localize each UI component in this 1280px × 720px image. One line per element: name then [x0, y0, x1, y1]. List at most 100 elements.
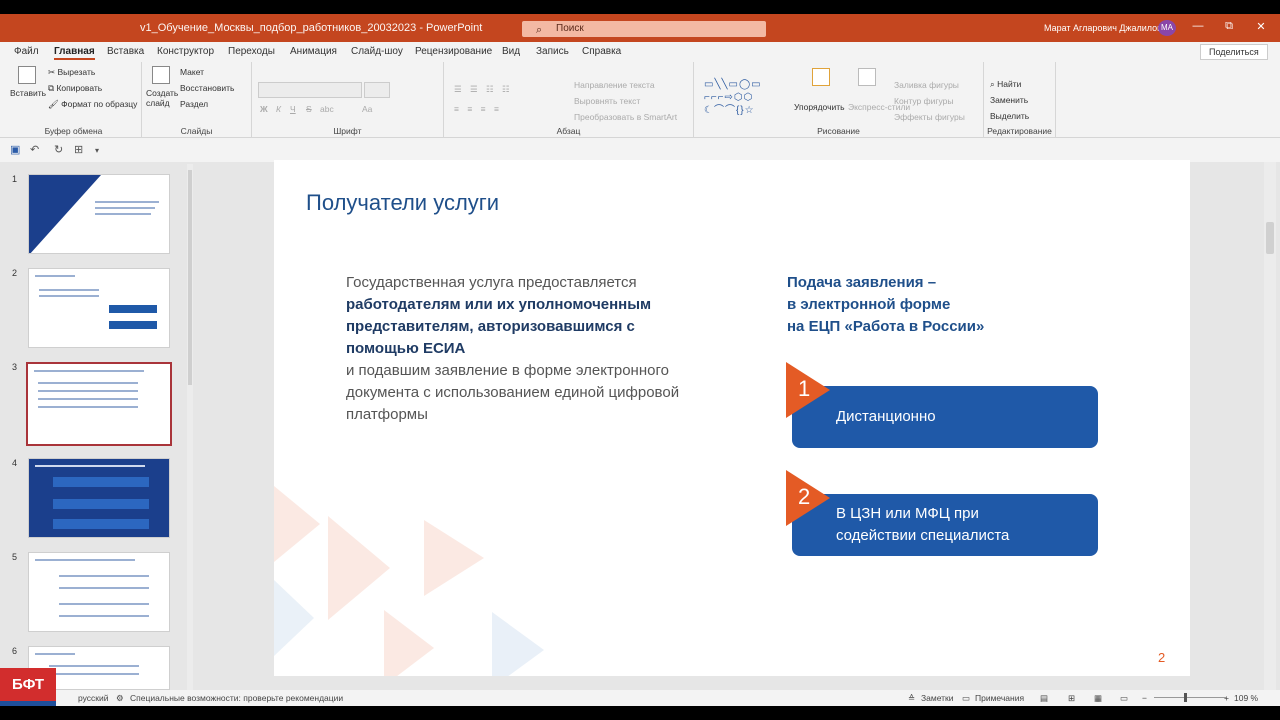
undo-icon[interactable]: ↶ [30, 143, 39, 156]
decor-triangle [274, 580, 314, 656]
smartart-button[interactable]: Преобразовать в SmartArt [574, 112, 677, 122]
slide-body-text[interactable]: Государственная услуга предоставляется р… [346, 272, 756, 426]
new-slide-button[interactable]: Создать слайд [146, 88, 178, 108]
tab-help[interactable]: Справка [582, 46, 621, 57]
minimize-button[interactable]: — [1188, 20, 1208, 32]
list-icons[interactable]: ☰ ☰ ☷ ☷ [454, 84, 513, 95]
align-icons[interactable]: ≡ ≡ ≡ ≡ [454, 104, 502, 114]
zoom-in-icon[interactable]: + [1224, 693, 1229, 703]
thumbnail-slide-4[interactable] [28, 458, 170, 538]
search-box[interactable]: ⌕ Поиск [522, 21, 766, 37]
tab-insert[interactable]: Вставка [107, 46, 144, 57]
ribbon-tabs: Файл Главная Вставка Конструктор Переход… [0, 42, 1280, 62]
scrollbar-thumb[interactable] [1266, 222, 1274, 254]
scrollbar-thumb[interactable] [188, 170, 192, 385]
thumbnail-slide-5[interactable] [28, 552, 170, 632]
underline-button[interactable]: Ч [290, 104, 296, 114]
thumbnail-slide-2[interactable] [28, 268, 170, 348]
thumb-box [53, 477, 149, 487]
comments-button[interactable]: Примечания [975, 693, 1024, 703]
shapes-gallery[interactable]: ▭╲╲▭◯▭ ⌐⌐⌐⇨⬡⬡ ☾⌒⌒{}☆ [704, 78, 784, 118]
accessibility-status[interactable]: Специальные возможности: проверьте реком… [130, 693, 343, 703]
slide-canvas[interactable]: Получатели услуги Государственная услуга… [274, 160, 1190, 676]
reading-view-icon[interactable]: ▦ [1094, 693, 1102, 704]
tab-animations[interactable]: Анимация [290, 46, 337, 57]
avatar[interactable]: МА [1158, 20, 1176, 36]
redo-icon[interactable]: ↻ [54, 143, 63, 156]
shape-outline-button[interactable]: Контур фигуры [894, 96, 953, 106]
thumb-number: 5 [12, 552, 18, 562]
font-name-box[interactable] [258, 82, 362, 98]
arrange-button[interactable]: Упорядочить [794, 102, 845, 112]
reset-button[interactable]: Восстановить [180, 83, 234, 93]
thumbnail-slide-3[interactable] [26, 362, 172, 446]
normal-view-icon[interactable]: ▤ [1040, 693, 1048, 704]
replace-button[interactable]: Заменить [990, 95, 1028, 105]
customize-qat-icon[interactable]: ▾ [95, 146, 99, 155]
title-bar: v1_Обучение_Москвы_подбор_работников_200… [0, 14, 1280, 42]
align-text-button[interactable]: Выровнять текст [574, 96, 640, 106]
thumb-blue-shape [29, 175, 101, 253]
sorter-view-icon[interactable]: ⊞ [1068, 693, 1075, 704]
slide-scrollbar[interactable] [1264, 162, 1276, 690]
thumb-box [109, 305, 157, 313]
thumb-line [38, 382, 138, 384]
number-badge-text: 2 [798, 484, 811, 509]
comments-icon[interactable]: ▭ [962, 693, 970, 704]
user-name[interactable]: Марат Агларович Джалилов [1044, 23, 1162, 33]
thumbnails-scrollbar[interactable] [187, 164, 193, 690]
powerpoint-window: v1_Обучение_Москвы_подбор_работников_200… [0, 14, 1280, 706]
notes-button[interactable]: Заметки [921, 693, 954, 703]
present-icon[interactable]: ⊞ [74, 143, 83, 156]
notes-icon[interactable]: ≙ [908, 693, 915, 704]
tab-review[interactable]: Рецензирование [415, 46, 492, 57]
tab-record[interactable]: Запись [536, 46, 569, 57]
format-painter-button[interactable]: 🖌 Формат по образцу [48, 99, 137, 110]
section-button[interactable]: Раздел [180, 99, 208, 109]
thumb-line [59, 603, 149, 605]
option-card-in-person[interactable]: В ЦЗН или МФЦ при содействии специалиста [792, 494, 1098, 556]
font-group: Ж К Ч S abc Aa Шрифт [252, 62, 444, 138]
option-card-remote[interactable]: Дистанционно [792, 386, 1098, 448]
text-direction-button[interactable]: Направление текста [574, 80, 655, 90]
language-indicator[interactable]: русский [78, 693, 109, 703]
share-button[interactable]: Поделиться [1200, 44, 1268, 60]
paste-icon [18, 66, 36, 84]
zoom-slider[interactable] [1154, 697, 1226, 698]
shape-effects-button[interactable]: Эффекты фигуры [894, 112, 965, 122]
select-button[interactable]: Выделить [990, 111, 1029, 121]
slide-title[interactable]: Получатели услуги [306, 190, 499, 216]
italic-button[interactable]: К [276, 104, 281, 114]
tab-slideshow[interactable]: Слайд-шоу [351, 46, 403, 57]
copy-button[interactable]: ⧉ Копировать [48, 83, 102, 94]
body-bold: работодателям или их уполномоченным пред… [346, 296, 652, 357]
shape-fill-button[interactable]: Заливка фигуры [894, 80, 959, 90]
bold-button[interactable]: Ж [260, 104, 268, 114]
cut-label: Вырезать [57, 67, 96, 77]
cut-button[interactable]: ✂ Вырезать [48, 67, 95, 78]
tab-view[interactable]: Вид [502, 46, 520, 57]
restore-button[interactable]: ⧉ [1219, 20, 1239, 33]
case-button[interactable]: Aa [362, 104, 372, 114]
decor-triangle [424, 520, 484, 596]
tab-file[interactable]: Файл [14, 46, 39, 57]
thumbnail-slide-1[interactable] [28, 174, 170, 254]
accessibility-icon[interactable]: ⚙ [116, 693, 124, 704]
tab-transitions[interactable]: Переходы [228, 46, 275, 57]
shadow-button[interactable]: abc [320, 104, 334, 114]
zoom-slider-thumb[interactable] [1184, 693, 1187, 702]
close-button[interactable]: ✕ [1251, 20, 1271, 33]
tab-design[interactable]: Конструктор [157, 46, 214, 57]
find-button[interactable]: ⌕ Найти [990, 79, 1021, 90]
font-size-box[interactable] [364, 82, 390, 98]
zoom-level[interactable]: 109 % [1234, 693, 1258, 703]
paste-button[interactable]: Вставить [10, 88, 46, 98]
save-icon[interactable]: ▣ [10, 143, 20, 156]
submission-heading[interactable]: Подача заявления – в электронной форме н… [787, 272, 1027, 338]
slideshow-view-icon[interactable]: ▭ [1120, 693, 1128, 704]
layout-button[interactable]: Макет [180, 67, 204, 77]
zoom-out-icon[interactable]: − [1142, 693, 1147, 703]
tab-home[interactable]: Главная [54, 46, 95, 60]
strike-button[interactable]: S [306, 104, 312, 114]
font-group-label: Шрифт [333, 126, 362, 136]
